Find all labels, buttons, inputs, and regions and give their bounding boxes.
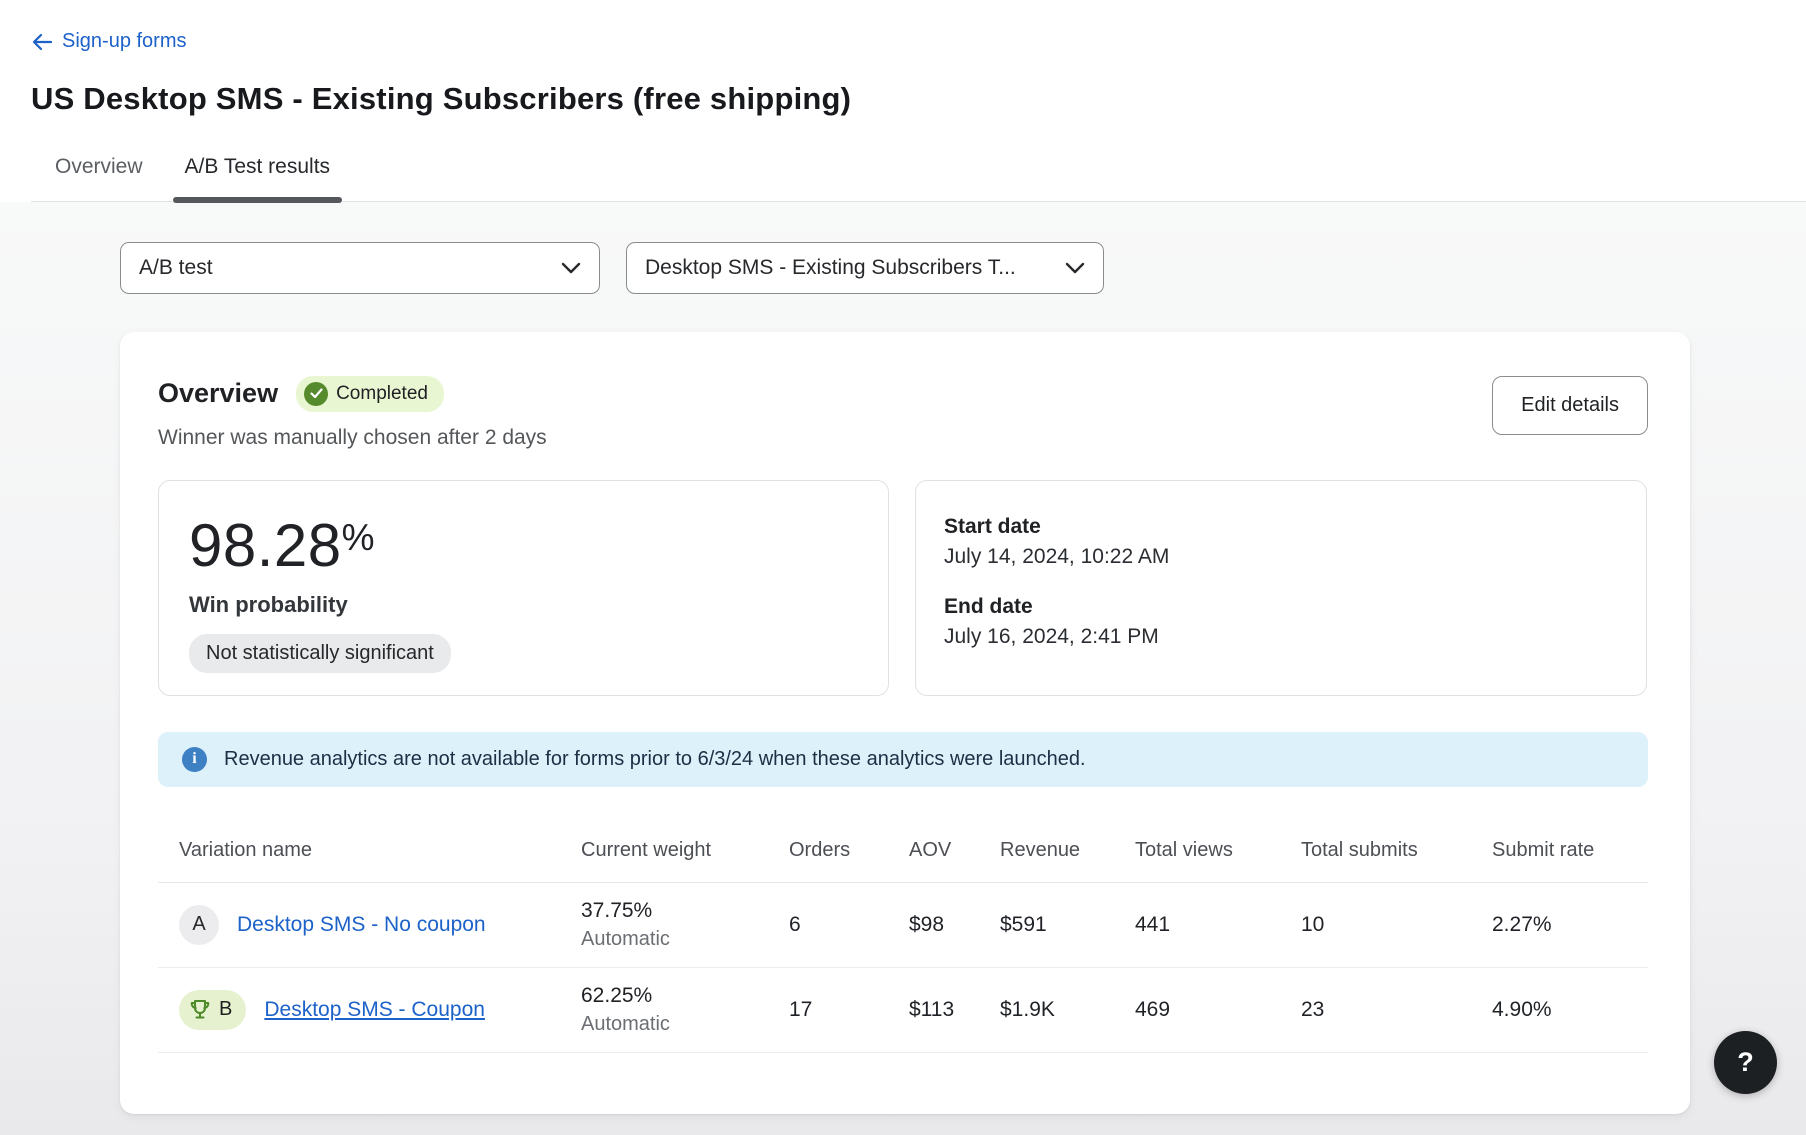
table-row-variation-b: BDesktop SMS - Coupon62.25%Automatic17$1… (158, 968, 1648, 1053)
weight-value: 37.75% (581, 899, 789, 923)
tab-ab-test-results[interactable]: A/B Test results (173, 145, 343, 201)
filters-row: A/B test Desktop SMS - Existing Subscrib… (120, 242, 1806, 294)
variation-cell: B Desktop SMS - Coupon (179, 990, 581, 1030)
overview-heading: Overview (158, 378, 278, 409)
revenue-cell: $1.9K (1000, 998, 1135, 1022)
tab-bar: Overview A/B Test results (31, 145, 1806, 202)
aov-cell: $113 (909, 998, 1000, 1022)
submit-rate-cell: 2.27% (1492, 913, 1648, 937)
column-header-4: Revenue (1000, 839, 1135, 862)
page-header: Sign-up forms US Desktop SMS - Existing … (0, 0, 1806, 202)
test-select-dropdown[interactable]: Desktop SMS - Existing Subscribers T... (626, 242, 1104, 294)
status-badge: Completed (296, 376, 444, 412)
back-arrow-icon (31, 32, 53, 52)
trophy-icon (188, 998, 212, 1022)
chevron-down-icon (547, 256, 581, 280)
orders-cell: 17 (789, 998, 909, 1022)
winner-trophy-badge: B (179, 990, 246, 1030)
start-date-label: Start date (944, 515, 1618, 539)
column-header-3: AOV (909, 839, 1000, 862)
weight-value: 62.25% (581, 984, 789, 1008)
info-banner: i Revenue analytics are not available fo… (158, 732, 1648, 787)
total-submits-cell: 10 (1301, 913, 1492, 937)
win-probability-value: 98.28% (189, 511, 858, 580)
back-link[interactable]: Sign-up forms (31, 30, 187, 53)
info-banner-text: Revenue analytics are not available for … (224, 748, 1086, 771)
help-button[interactable]: ? (1714, 1031, 1777, 1094)
report-type-dropdown[interactable]: A/B test (120, 242, 600, 294)
report-type-dropdown-value: A/B test (139, 256, 213, 280)
column-header-0: Variation name (179, 839, 581, 862)
column-header-5: Total views (1135, 839, 1301, 862)
revenue-cell: $591 (1000, 913, 1135, 937)
chevron-down-icon (1051, 256, 1085, 280)
page-title: US Desktop SMS - Existing Subscribers (f… (31, 81, 1806, 117)
significance-badge: Not statistically significant (189, 634, 451, 673)
total-views-cell: 469 (1135, 998, 1301, 1022)
win-probability-card: 98.28% Win probability Not statistically… (158, 480, 889, 696)
stat-row: 98.28% Win probability Not statistically… (158, 480, 1648, 696)
aov-cell: $98 (909, 913, 1000, 937)
column-header-6: Total submits (1301, 839, 1492, 862)
table-row-variation-a: A Desktop SMS - No coupon 37.75% Automatic6… (158, 883, 1648, 968)
win-probability-label: Win probability (189, 592, 858, 618)
status-badge-label: Completed (336, 383, 428, 405)
column-header-1: Current weight (581, 839, 789, 862)
weight-mode: Automatic (581, 928, 789, 951)
win-probability-number: 98.28 (189, 512, 342, 579)
back-link-label: Sign-up forms (62, 30, 187, 53)
table-body: ADesktop SMS - No coupon37.75%Automatic6… (158, 883, 1648, 1053)
current-weight-cell: 37.75% Automatic (581, 899, 789, 951)
end-date-group: End date July 16, 2024, 2:41 PM (944, 595, 1618, 649)
submit-rate-cell: 4.90% (1492, 998, 1648, 1022)
results-table: Variation nameCurrent weightOrdersAOVRev… (158, 833, 1648, 1053)
variation-letter: B (219, 998, 232, 1021)
variation-cell: A Desktop SMS - No coupon (179, 905, 581, 945)
table-header-row: Variation nameCurrent weightOrdersAOVRev… (158, 833, 1648, 883)
start-date-group: Start date July 14, 2024, 10:22 AM (944, 515, 1618, 569)
edit-details-button[interactable]: Edit details (1492, 376, 1648, 435)
start-date-value: July 14, 2024, 10:22 AM (944, 545, 1618, 569)
check-circle-icon (304, 382, 328, 406)
column-header-7: Submit rate (1492, 839, 1648, 862)
current-weight-cell: 62.25% Automatic (581, 984, 789, 1036)
main-content: A/B test Desktop SMS - Existing Subscrib… (0, 202, 1806, 1135)
info-icon: i (182, 747, 207, 772)
total-views-cell: 441 (1135, 913, 1301, 937)
winner-subtitle: Winner was manually chosen after 2 days (158, 426, 547, 450)
overview-card-header: Overview Completed Winner was manually c… (158, 376, 1648, 450)
variation-name-link[interactable]: Desktop SMS - Coupon (264, 998, 485, 1022)
column-header-2: Orders (789, 839, 909, 862)
test-select-dropdown-value: Desktop SMS - Existing Subscribers T... (645, 256, 1016, 280)
overview-card: Overview Completed Winner was manually c… (120, 332, 1690, 1114)
win-probability-unit: % (342, 517, 375, 558)
weight-mode: Automatic (581, 1013, 789, 1036)
orders-cell: 6 (789, 913, 909, 937)
end-date-value: July 16, 2024, 2:41 PM (944, 625, 1618, 649)
end-date-label: End date (944, 595, 1618, 619)
overview-card-header-left: Overview Completed Winner was manually c… (158, 376, 547, 450)
variation-name-link[interactable]: Desktop SMS - No coupon (237, 913, 486, 937)
tab-overview[interactable]: Overview (43, 145, 155, 201)
dates-card: Start date July 14, 2024, 10:22 AM End d… (915, 480, 1647, 696)
variation-letter-avatar: A (179, 905, 219, 945)
total-submits-cell: 23 (1301, 998, 1492, 1022)
